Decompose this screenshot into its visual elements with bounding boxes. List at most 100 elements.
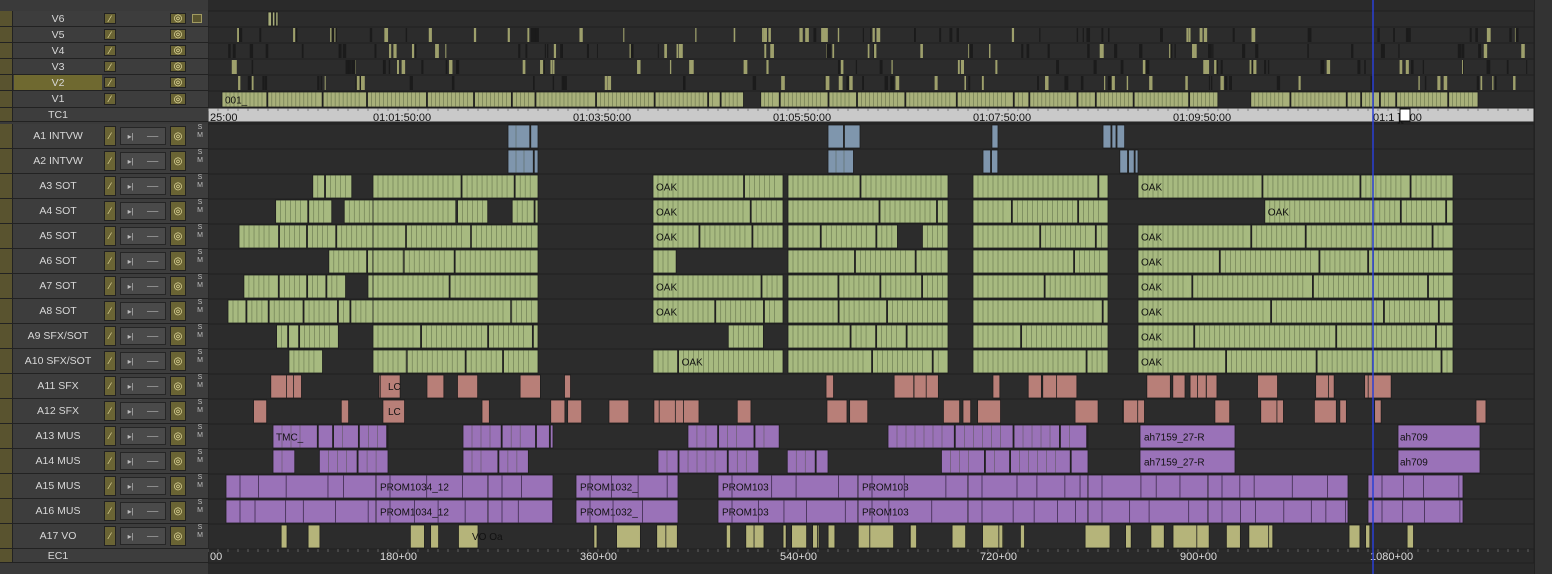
track-monitor-icon[interactable]: ◎ — [170, 351, 186, 371]
track-name[interactable]: A4 SOT — [14, 199, 102, 223]
track-name[interactable]: A6 SOT — [14, 249, 102, 273]
mute-button[interactable]: M — [194, 407, 206, 415]
audio-waveform-controls[interactable]: ▸| ── — [120, 402, 166, 420]
track-name[interactable]: V4 — [14, 43, 102, 58]
track-name[interactable]: A14 MUS — [14, 449, 102, 473]
solo-mute-buttons[interactable]: SM — [194, 424, 206, 448]
solo-mute-buttons[interactable]: SM — [194, 224, 206, 248]
track-header-a17[interactable]: A17 VO ⁄ ◎ ▸| ── S M — [0, 524, 208, 549]
track-pen-icon[interactable]: ⁄ — [104, 29, 116, 40]
mute-button[interactable]: M — [194, 232, 206, 240]
track-lock-toggle[interactable] — [0, 499, 13, 523]
track-lock-toggle[interactable] — [0, 149, 13, 173]
mute-button[interactable]: M — [194, 357, 206, 365]
track-lock-toggle[interactable] — [0, 174, 13, 198]
solo-button[interactable]: S — [194, 124, 206, 132]
track-name[interactable]: A12 SFX — [14, 399, 102, 423]
track-lock-toggle[interactable] — [0, 374, 13, 398]
track-monitor-icon[interactable]: ◎ — [170, 301, 186, 321]
track-name[interactable]: A13 MUS — [14, 424, 102, 448]
solo-button[interactable]: S — [194, 424, 206, 432]
solo-button[interactable]: S — [194, 174, 206, 182]
solo-button[interactable]: S — [194, 449, 206, 457]
solo-button[interactable]: S — [194, 474, 206, 482]
solo-button[interactable]: S — [194, 224, 206, 232]
track-monitor-icon[interactable]: ◎ — [170, 13, 186, 24]
track-pen-icon[interactable]: ⁄ — [104, 451, 116, 471]
track-name[interactable]: A7 SOT — [14, 274, 102, 298]
audio-waveform-controls[interactable]: ▸| ── — [120, 377, 166, 395]
track-pen-icon[interactable]: ⁄ — [104, 93, 116, 105]
track-header-a14[interactable]: A14 MUS ⁄ ◎ ▸| ── S M — [0, 449, 208, 474]
mute-button[interactable]: M — [194, 432, 206, 440]
track-monitor-icon[interactable]: ◎ — [170, 426, 186, 446]
track-lock-toggle[interactable] — [0, 199, 13, 223]
track-name[interactable]: A11 SFX — [14, 374, 102, 398]
track-pen-icon[interactable]: ⁄ — [104, 476, 116, 496]
track-pen-icon[interactable]: ⁄ — [104, 351, 116, 371]
track-name[interactable]: A2 INTVW — [14, 149, 102, 173]
track-pen-icon[interactable]: ⁄ — [104, 126, 116, 146]
track-name[interactable]: TC1 — [14, 108, 102, 121]
track-monitor-icon[interactable]: ◎ — [170, 251, 186, 271]
track-lock-toggle[interactable] — [0, 349, 13, 373]
track-lock-toggle[interactable] — [0, 274, 13, 298]
track-header-v4[interactable]: V4 ⁄ ◎ — [0, 43, 208, 59]
track-header-tc1[interactable]: TC1 — [0, 108, 208, 122]
vertical-scrollbar[interactable] — [1534, 0, 1552, 574]
mute-button[interactable]: M — [194, 207, 206, 215]
track-monitor-icon[interactable]: ◎ — [170, 401, 186, 421]
track-pen-icon[interactable]: ⁄ — [104, 401, 116, 421]
track-header-a11[interactable]: A11 SFX ⁄ ◎ ▸| ── S M — [0, 374, 208, 399]
solo-mute-buttons[interactable]: SM — [194, 349, 206, 373]
solo-button[interactable]: S — [194, 399, 206, 407]
mute-button[interactable]: M — [194, 507, 206, 515]
track-header-a7[interactable]: A7 SOT ⁄ ◎ ▸| ── S M — [0, 274, 208, 299]
mute-button[interactable]: M — [194, 482, 206, 490]
track-lock-toggle[interactable] — [0, 124, 13, 148]
track-name[interactable]: A10 SFX/SOT — [14, 349, 102, 373]
track-name[interactable]: A15 MUS — [14, 474, 102, 498]
track-header-a16[interactable]: A16 MUS ⁄ ◎ ▸| ── S M — [0, 499, 208, 524]
track-header-v3[interactable]: V3 ⁄ ◎ — [0, 59, 208, 75]
track-header-ec1[interactable]: EC1 — [0, 549, 208, 563]
audio-waveform-controls[interactable]: ▸| ── — [120, 452, 166, 470]
track-header-a4[interactable]: A4 SOT ⁄ ◎ ▸| ── S M — [0, 199, 208, 224]
track-name[interactable]: A16 MUS — [14, 499, 102, 523]
track-monitor-icon[interactable]: ◎ — [170, 376, 186, 396]
solo-mute-buttons[interactable]: SM — [194, 174, 206, 198]
track-lock-toggle[interactable] — [0, 524, 13, 548]
solo-button[interactable]: S — [194, 249, 206, 257]
track-header-a2[interactable]: A2 INTVW ⁄ ◎ ▸| ── S M — [0, 149, 208, 174]
track-header-a5[interactable]: A5 SOT ⁄ ◎ ▸| ── S M — [0, 224, 208, 249]
audio-waveform-controls[interactable]: ▸| ── — [120, 527, 166, 545]
mute-button[interactable]: M — [194, 282, 206, 290]
track-header-a9[interactable]: A9 SFX/SOT ⁄ ◎ ▸| ── S M — [0, 324, 208, 349]
solo-button[interactable]: S — [194, 149, 206, 157]
track-pen-icon[interactable]: ⁄ — [104, 45, 116, 56]
track-monitor-icon[interactable]: ◎ — [170, 201, 186, 221]
audio-waveform-controls[interactable]: ▸| ── — [120, 227, 166, 245]
mute-button[interactable]: M — [194, 332, 206, 340]
track-lock-toggle[interactable] — [0, 11, 13, 26]
solo-mute-buttons[interactable]: SM — [194, 199, 206, 223]
track-monitor-icon[interactable]: ◎ — [170, 326, 186, 346]
audio-waveform-controls[interactable]: ▸| ── — [120, 127, 166, 145]
track-lock-toggle[interactable] — [0, 224, 13, 248]
track-pen-icon[interactable]: ⁄ — [104, 226, 116, 246]
solo-mute-buttons[interactable]: SM — [194, 299, 206, 323]
track-monitor-icon[interactable]: ◎ — [170, 476, 186, 496]
track-monitor-icon[interactable]: ◎ — [170, 276, 186, 296]
track-pen-icon[interactable]: ⁄ — [104, 326, 116, 346]
track-name[interactable]: A3 SOT — [14, 174, 102, 198]
track-sync-icon[interactable] — [192, 14, 202, 23]
audio-waveform-controls[interactable]: ▸| ── — [120, 327, 166, 345]
track-header-a12[interactable]: A12 SFX ⁄ ◎ ▸| ── S M — [0, 399, 208, 424]
track-header-a8[interactable]: A8 SOT ⁄ ◎ ▸| ── S M — [0, 299, 208, 324]
track-name[interactable]: V1 — [14, 91, 102, 107]
track-lock-toggle[interactable] — [0, 75, 13, 90]
track-lock-toggle[interactable] — [0, 27, 13, 42]
track-lock-toggle[interactable] — [0, 324, 13, 348]
track-lock-toggle[interactable] — [0, 108, 13, 121]
solo-button[interactable]: S — [194, 524, 206, 532]
